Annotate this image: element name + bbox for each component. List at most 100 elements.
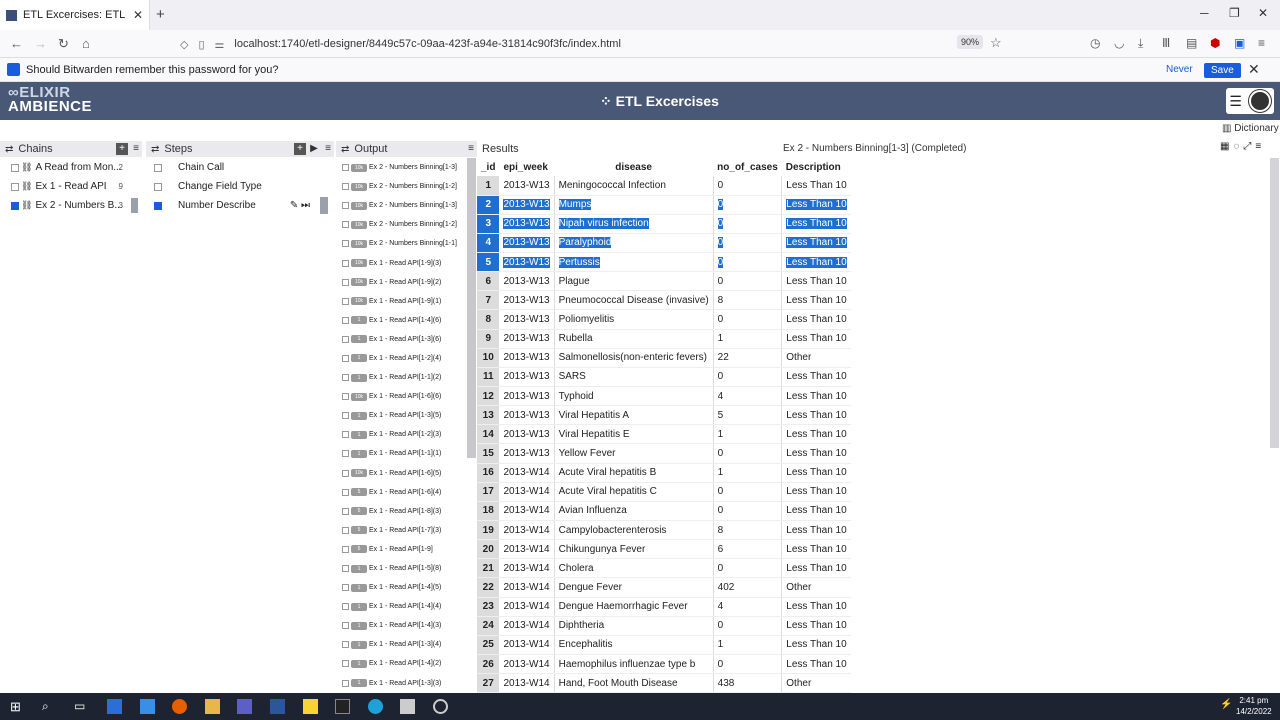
table-cell[interactable]: 22: [712, 348, 782, 368]
table-cell[interactable]: 0: [712, 501, 782, 522]
table-cell[interactable]: 4: [712, 597, 782, 617]
table-cell[interactable]: 21: [477, 558, 500, 579]
step-checkbox[interactable]: [154, 163, 162, 172]
table-cell[interactable]: 2013-W14: [499, 654, 555, 675]
save-password-button[interactable]: Save: [1204, 63, 1241, 78]
table-row[interactable]: 19 2013-W14 Campylobacterenterosis 8 Less Th…: [477, 520, 851, 541]
table-cell[interactable]: 5: [477, 252, 500, 273]
table-cell[interactable]: 6: [712, 539, 782, 560]
table-cell[interactable]: 2013-W14: [499, 558, 555, 579]
table-cell[interactable]: Diphtheria: [553, 616, 714, 636]
table-cell[interactable]: 2013-W13: [499, 386, 555, 407]
table-cell[interactable]: Other: [781, 577, 851, 598]
chain-item[interactable]: ⛓ Ex 1 - Read API 9: [0, 177, 142, 196]
teams-icon[interactable]: [237, 699, 252, 714]
dictionary-button[interactable]: ▥ Dictionary: [1222, 123, 1279, 134]
output-checkbox[interactable]: [342, 679, 349, 687]
table-cell[interactable]: 2013-W13: [499, 290, 555, 311]
output-item[interactable]: 1 Ex 1 - Read API[1-3](4): [336, 635, 466, 654]
column-header[interactable]: Description: [782, 158, 851, 176]
table-cell[interactable]: Less Than 10: [781, 290, 851, 311]
table-cell[interactable]: Less Than 10: [781, 635, 851, 656]
home-icon[interactable]: ⌂: [82, 36, 90, 51]
output-checkbox[interactable]: [342, 603, 349, 611]
table-cell[interactable]: 2013-W14: [499, 635, 555, 656]
table-cell[interactable]: 0: [712, 309, 782, 330]
table-cell[interactable]: Poliomyelitis: [553, 309, 714, 330]
table-cell[interactable]: 1: [477, 176, 500, 196]
vscode-icon[interactable]: [140, 699, 155, 714]
table-row[interactable]: 20 2013-W14 Chikungunya Fever 6 Less Than 10: [477, 539, 851, 560]
table-row[interactable]: 4 2013-W13 Paralyphoid 0 Less Than 10: [477, 233, 851, 254]
table-cell[interactable]: 8: [477, 309, 500, 330]
windows-start-icon[interactable]: ⊞: [10, 699, 25, 714]
table-cell[interactable]: Paralyphoid: [553, 233, 714, 254]
app2-icon[interactable]: [400, 699, 415, 714]
minimize-icon[interactable]: ─: [1200, 6, 1209, 20]
library-icon[interactable]: Ⅲ: [1162, 36, 1170, 50]
table-cell[interactable]: Mumps: [553, 195, 714, 215]
table-cell[interactable]: Rubella: [553, 329, 714, 349]
table-row[interactable]: 16 2013-W14 Acute Viral hepatitis B 1 Less T…: [477, 463, 851, 483]
output-item[interactable]: 1 Ex 1 - Read API[1-3](6): [336, 330, 466, 349]
table-cell[interactable]: Less Than 10: [781, 309, 851, 330]
output-checkbox[interactable]: [342, 374, 349, 382]
table-row[interactable]: 18 2013-W14 Avian Influenza 0 Less Than 10: [477, 501, 851, 522]
output-item[interactable]: 5 Ex 1 - Read API[1-9]: [336, 540, 466, 559]
table-cell[interactable]: 13: [477, 405, 500, 426]
output-item[interactable]: 10k Ex 1 - Read API[1-9](1): [336, 292, 466, 311]
table-cell[interactable]: 0: [712, 271, 782, 292]
table-cell[interactable]: 23: [477, 597, 500, 617]
output-item[interactable]: 1 Ex 1 - Read API[1-4](5): [336, 578, 466, 597]
output-item[interactable]: 10k Ex 2 - Numbers Binning[1-1]: [336, 234, 466, 253]
output-checkbox[interactable]: [342, 335, 349, 343]
app-icon[interactable]: [107, 699, 122, 714]
output-item[interactable]: 1 Ex 1 - Read API[1-4](6): [336, 311, 466, 330]
table-row[interactable]: 27 2013-W14 Hand, Foot Mouth Disease 438 Oth…: [477, 673, 851, 694]
output-item[interactable]: 1 Ex 1 - Read API[1-2](4): [336, 349, 466, 368]
table-row[interactable]: 14 2013-W13 Viral Hepatitis E 1 Less Than 10: [477, 424, 851, 445]
output-checkbox[interactable]: [342, 584, 349, 592]
table-cell[interactable]: 2013-W14: [499, 539, 555, 560]
table-cell[interactable]: Less Than 10: [781, 405, 851, 426]
network-icon[interactable]: ⚡: [1220, 699, 1235, 714]
table-cell[interactable]: Hand, Foot Mouth Disease: [553, 673, 714, 694]
output-checkbox[interactable]: [342, 622, 349, 630]
user-menu-button[interactable]: ☰: [1226, 88, 1274, 114]
table-cell[interactable]: 0: [712, 214, 782, 234]
table-cell[interactable]: 11: [477, 367, 500, 388]
chains-menu-icon[interactable]: ≡: [130, 143, 142, 155]
table-row[interactable]: 21 2013-W14 Cholera 0 Less Than 10: [477, 558, 851, 579]
table-cell[interactable]: 2013-W13: [499, 367, 555, 388]
comment-icon[interactable]: ◌: [1233, 141, 1239, 152]
table-cell[interactable]: Less Than 10: [781, 482, 851, 502]
table-cell[interactable]: Encephalitis: [553, 635, 714, 656]
chain-checkbox[interactable]: [11, 163, 19, 172]
notification-close-icon[interactable]: ✕: [1248, 61, 1260, 78]
column-header[interactable]: no_of_cases: [713, 158, 782, 176]
table-row[interactable]: 1 2013-W13 Meningococcal Infection 0 Less Th…: [477, 176, 851, 196]
table-cell[interactable]: 2013-W14: [499, 673, 555, 694]
output-item[interactable]: 1 Ex 1 - Read API[1-1](2): [336, 368, 466, 387]
table-cell[interactable]: 438: [712, 673, 782, 694]
table-cell[interactable]: SARS: [553, 367, 714, 388]
table-cell[interactable]: Pneumococcal Disease (invasive): [553, 290, 714, 311]
table-cell[interactable]: 0: [712, 195, 782, 215]
table-cell[interactable]: 0: [712, 654, 782, 675]
chain-item[interactable]: ⛓ Ex 2 - Numbers B... 3: [0, 196, 142, 215]
table-cell[interactable]: 0: [712, 616, 782, 636]
add-step-button[interactable]: +: [294, 143, 306, 155]
table-cell[interactable]: 2013-W14: [499, 501, 555, 522]
table-cell[interactable]: 2013-W13: [499, 271, 555, 292]
table-cell[interactable]: Less Than 10: [781, 501, 851, 522]
output-checkbox[interactable]: [342, 240, 349, 248]
table-cell[interactable]: Less Than 10: [781, 214, 851, 234]
output-item[interactable]: 1 Ex 1 - Read API[1-4](3): [336, 616, 466, 635]
output-item[interactable]: 1 Ex 1 - Read API[1-1](1): [336, 444, 466, 463]
table-cell[interactable]: 2: [477, 195, 500, 215]
table-cell[interactable]: Salmonellosis(non-enteric fevers): [553, 348, 714, 368]
table-cell[interactable]: 2013-W13: [499, 405, 555, 426]
table-cell[interactable]: Plague: [553, 271, 714, 292]
restore-icon[interactable]: ❐: [1229, 6, 1240, 20]
sidebar-icon[interactable]: ▤: [1186, 36, 1197, 50]
